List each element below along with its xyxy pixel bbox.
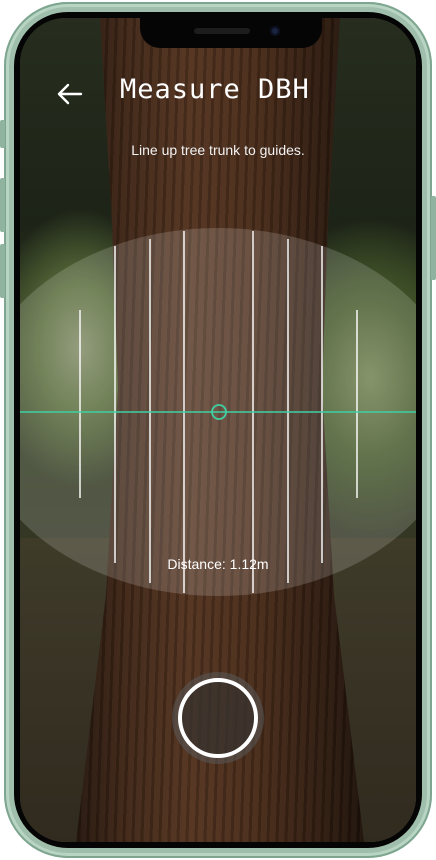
power-button [431, 196, 436, 280]
shutter-button-icon [178, 678, 258, 758]
back-button[interactable] [52, 76, 88, 112]
camera-screen: Distance: 1.12m Measure DBH Line up tree… [20, 18, 416, 842]
instruction-text: Line up tree trunk to guides. [131, 142, 305, 158]
volume-up-button [0, 178, 5, 232]
notch [140, 18, 322, 48]
front-camera-icon [270, 26, 280, 36]
mute-switch [0, 120, 5, 148]
arrow-left-icon [57, 83, 83, 105]
earpiece-speaker [194, 28, 250, 34]
distance-label: Distance: 1.12m [167, 556, 269, 572]
page-title: Measure DBH [120, 74, 310, 105]
capture-button[interactable] [172, 672, 264, 764]
volume-down-button [0, 244, 5, 298]
top-bar: Measure DBH [20, 18, 416, 128]
